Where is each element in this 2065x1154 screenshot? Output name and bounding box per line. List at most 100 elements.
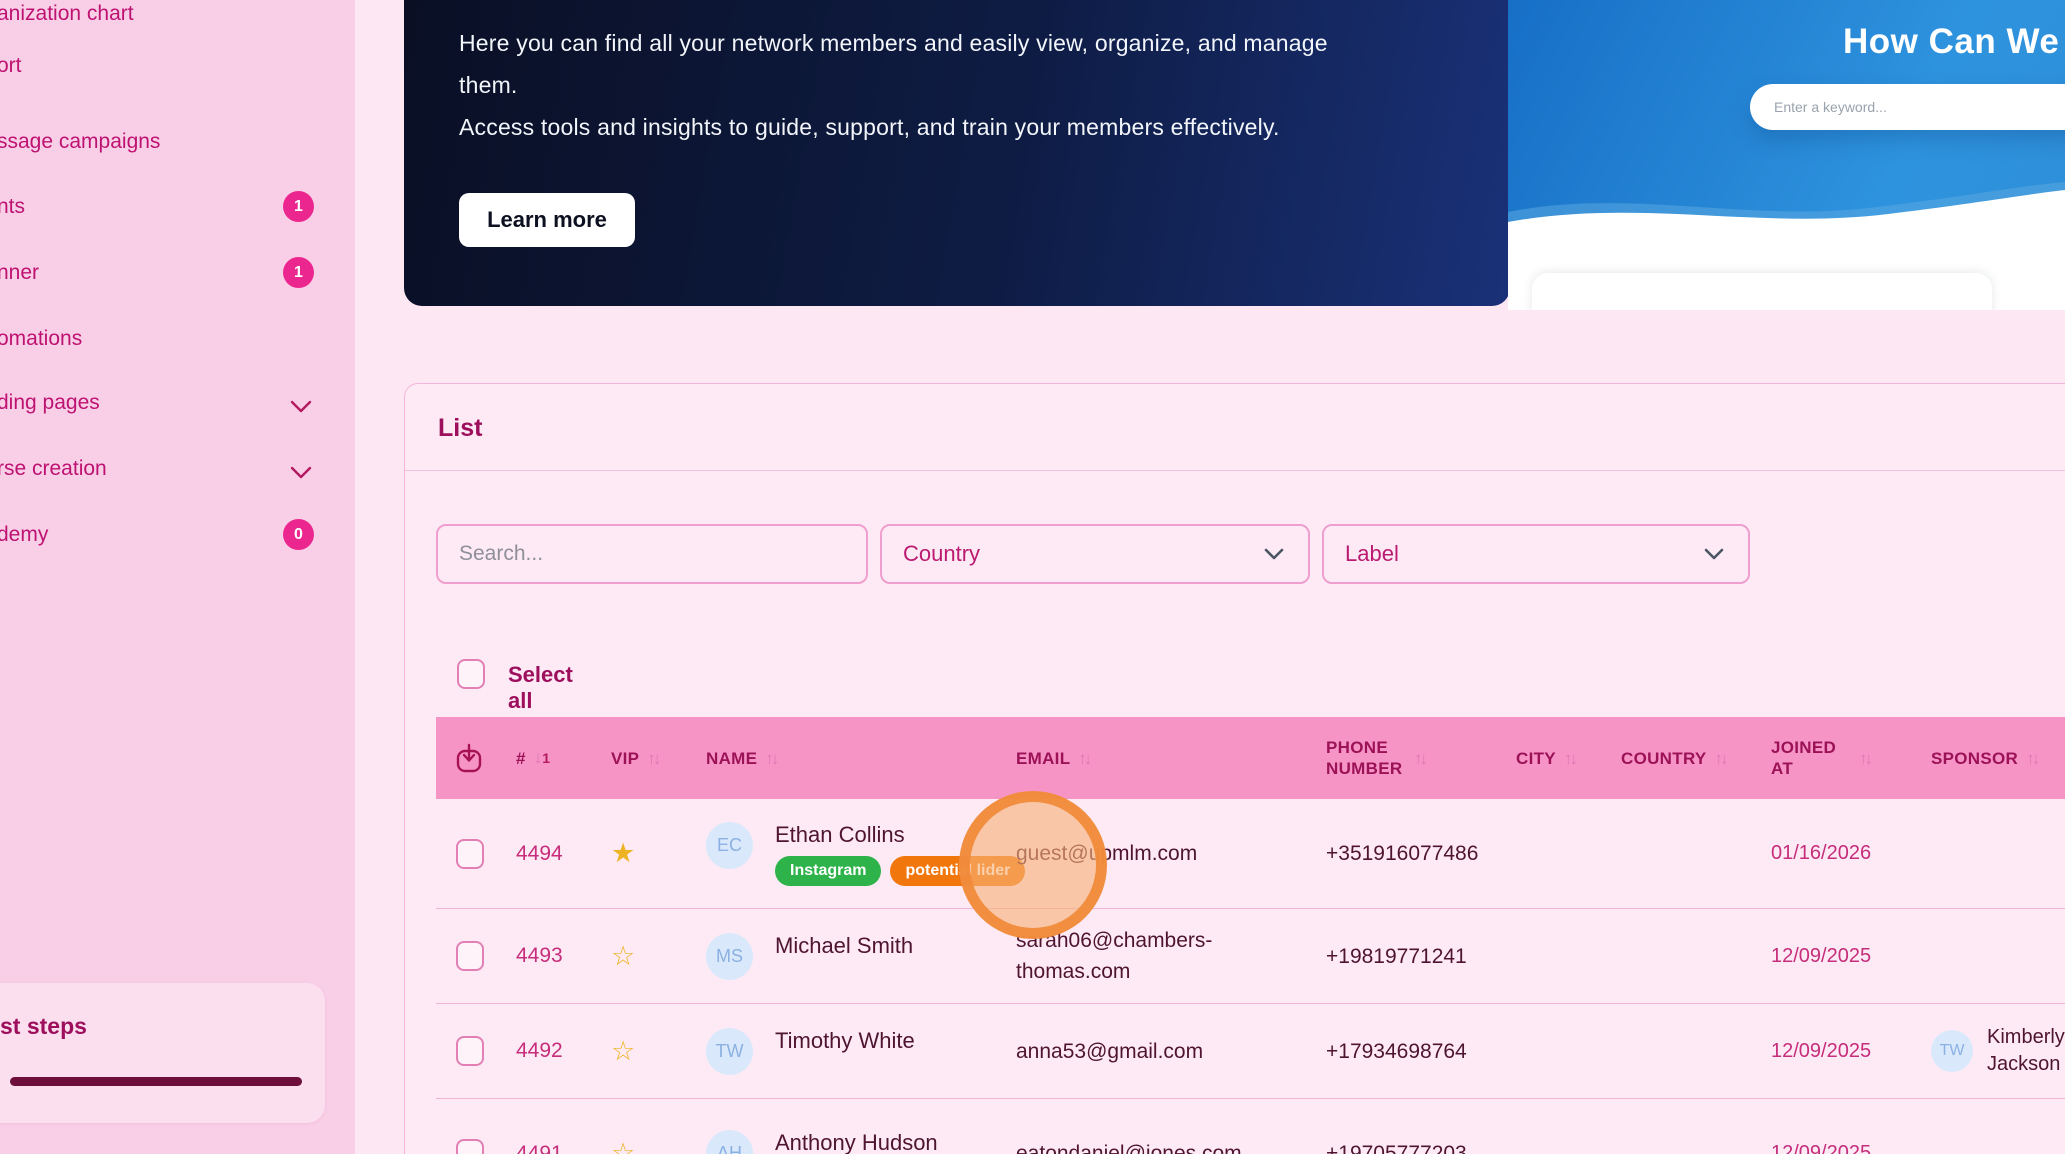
member-email: eatondaniel@jones.com: [1016, 1138, 1266, 1154]
label-filter-label: Label: [1345, 541, 1399, 567]
promo-line-2: them.: [459, 64, 1328, 106]
table-row[interactable]: 4494★ECEthan CollinsInstagrampotential l…: [436, 799, 2065, 909]
list-title: List: [438, 414, 482, 443]
sponsor-name: KimberlyJackson: [1987, 1024, 2065, 1078]
column-header-vip[interactable]: VIP↑↓: [611, 748, 706, 769]
chevron-down-icon: [1264, 548, 1284, 560]
sidebar-item-nner[interactable]: nner1: [0, 251, 355, 295]
count-badge: 1: [283, 191, 314, 222]
member-phone: +19705777203: [1326, 1138, 1576, 1154]
row-checkbox[interactable]: [456, 839, 484, 869]
label-badge: potential lider: [890, 856, 1025, 886]
sidebar-item-ding-pages[interactable]: ding pages: [0, 381, 355, 425]
sidebar-item-label: nner: [0, 261, 39, 285]
table-row[interactable]: 4493☆MSMichael Smithsarah06@chambers-tho…: [436, 909, 2065, 1004]
table-row[interactable]: 4491☆AH Anthony Hudson eatondaniel@jones.c…: [436, 1099, 2065, 1154]
sidebar-item-nts[interactable]: nts 1: [0, 185, 355, 229]
row-checkbox[interactable]: [456, 1139, 484, 1154]
first-steps-card: st steps: [0, 983, 325, 1123]
member-id-link[interactable]: 4494: [516, 842, 611, 866]
column-header-label: JOINED AT: [1771, 737, 1851, 779]
members-table: #↓1VIP↑↓NAME↑↓EMAIL↑↓PHONE NUMBER↑↓CITY↑…: [436, 717, 2065, 1154]
member-name-cell: TWTimothy White: [706, 1028, 1016, 1075]
sidebar-item-label: nts: [0, 195, 25, 219]
sort-arrows-icon: ↑↓: [1715, 748, 1726, 769]
member-phone: +351916077486: [1326, 838, 1576, 869]
sidebar-item-rse-creation[interactable]: rse creation: [0, 447, 355, 491]
sidebar-item-anization-chart[interactable]: anization chart: [0, 0, 355, 36]
count-badge: 0: [283, 519, 314, 550]
sidebar-item-label: ort: [0, 54, 22, 78]
member-phone: +19819771241: [1326, 941, 1576, 972]
sidebar-item-omations[interactable]: omations: [0, 317, 355, 361]
help-search-box[interactable]: [1750, 84, 2065, 130]
select-all-label: Select all: [508, 662, 573, 714]
select-all-checkbox[interactable]: [457, 659, 485, 689]
member-name: Michael Smith: [775, 933, 913, 959]
column-header-label: PHONE NUMBER: [1326, 737, 1406, 779]
first-steps-title: st steps: [0, 1013, 87, 1040]
promo-banner-text: Here you can find all your network membe…: [459, 22, 1328, 148]
vip-star-outline-icon[interactable]: ☆: [611, 1138, 706, 1154]
sort-arrows-icon: ↓1: [534, 747, 550, 769]
column-header-phone[interactable]: PHONE NUMBER↑↓: [1326, 737, 1516, 779]
export-download-icon[interactable]: [456, 743, 482, 773]
column-header-label: #: [516, 748, 526, 769]
column-header-sponsor[interactable]: SPONSOR↑↓: [1931, 748, 2065, 769]
vip-star-outline-icon[interactable]: ☆: [611, 1036, 706, 1067]
promo-line-3: Access tools and insights to guide, supp…: [459, 106, 1328, 148]
label-filter-select[interactable]: Label: [1322, 524, 1750, 584]
row-checkbox[interactable]: [456, 1036, 484, 1066]
column-header-city[interactable]: CITY↑↓: [1516, 748, 1621, 769]
column-header-name[interactable]: NAME↑↓: [706, 748, 1016, 769]
sidebar-item-label: omations: [0, 327, 82, 351]
vip-star-outline-icon[interactable]: ☆: [611, 941, 706, 972]
sort-arrows-icon: ↑↓: [765, 748, 776, 769]
member-id-link[interactable]: 4491: [516, 1142, 611, 1154]
member-email: anna53@gmail.com: [1016, 1036, 1266, 1067]
column-header-id[interactable]: # ↓1: [516, 747, 611, 769]
member-phone: +17934698764: [1326, 1036, 1576, 1067]
column-header-label: COUNTRY: [1621, 748, 1707, 769]
member-name-wrap: Ethan CollinsInstagrampotential lider: [775, 822, 1025, 886]
sort-arrows-icon: ↑↓: [1859, 748, 1870, 769]
search-input[interactable]: [438, 542, 818, 566]
member-name: Anthony Hudson: [775, 1130, 938, 1154]
chevron-down-icon: [290, 461, 312, 485]
column-header-label: EMAIL: [1016, 748, 1070, 769]
member-name-wrap: Michael Smith: [775, 933, 913, 959]
avatar: TW: [706, 1028, 753, 1075]
help-search-input[interactable]: [1774, 99, 2065, 115]
country-filter-label: Country: [903, 541, 980, 567]
vip-star-filled-icon[interactable]: ★: [611, 838, 706, 869]
member-joined-date: 12/09/2025: [1771, 1142, 1931, 1154]
sidebar-item-ssage-campaigns[interactable]: ssage campaigns: [0, 120, 355, 164]
table-row[interactable]: 4492☆TWTimothy Whiteanna53@gmail.com +179…: [436, 1004, 2065, 1099]
member-name-cell: MSMichael Smith: [706, 933, 1016, 980]
label-badge: Instagram: [775, 856, 881, 886]
member-id-link[interactable]: 4493: [516, 944, 611, 968]
row-checkbox[interactable]: [456, 941, 484, 971]
column-header-email[interactable]: EMAIL ↑↓: [1016, 748, 1326, 769]
member-id-link[interactable]: 4492: [516, 1039, 611, 1063]
sponsor-avatar: TW: [1931, 1030, 1973, 1072]
list-filters: Country Label: [405, 524, 2065, 584]
learn-more-button[interactable]: Learn more: [459, 193, 635, 247]
sidebar: anization chart ort ssage campaigns nts 1 nne…: [0, 0, 355, 1154]
member-label-badges: Instagram potential lider: [775, 856, 1025, 886]
sidebar-item-label: demy: [0, 523, 48, 547]
wave-decoration: [1508, 178, 2065, 248]
column-header-country[interactable]: COUNTRY ↑↓: [1621, 748, 1771, 769]
sidebar-item-label: ssage campaigns: [0, 130, 160, 154]
row-checkbox-cell: [436, 839, 516, 869]
country-filter-select[interactable]: Country: [880, 524, 1310, 584]
sidebar-item-ort[interactable]: ort: [0, 44, 355, 88]
avatar: AH: [706, 1130, 753, 1154]
column-header-label: SPONSOR: [1931, 748, 2018, 769]
sort-arrows-icon: ↑↓: [1078, 748, 1089, 769]
column-header-joined[interactable]: JOINED AT ↑↓: [1771, 737, 1931, 779]
search-box[interactable]: [436, 524, 868, 584]
column-header-label: VIP: [611, 748, 639, 769]
sidebar-item-demy[interactable]: demy 0: [0, 513, 355, 557]
help-article-card[interactable]: [1532, 273, 1992, 310]
